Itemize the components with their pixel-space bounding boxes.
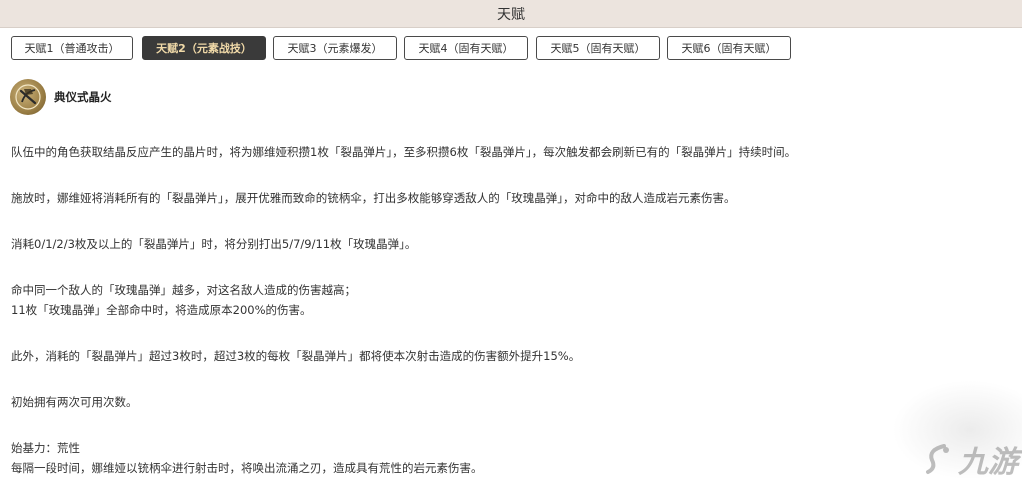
page-header: 天赋 — [0, 0, 1022, 28]
tab-talent-1[interactable]: 天赋1（普通攻击） — [11, 36, 133, 60]
tab-talent-2[interactable]: 天赋2（元素战技） — [142, 36, 266, 60]
description-paragraph: 初始拥有两次可用次数。 — [11, 395, 138, 409]
tab-talent-4[interactable]: 天赋4（固有天赋） — [404, 36, 528, 60]
description-paragraph: 11枚「玫瑰晶弹」全部命中时，将造成原本200%的伤害。 — [11, 303, 312, 317]
skill-name: 典仪式晶火 — [54, 90, 112, 104]
description-paragraph: 此外，消耗的「裂晶弹片」超过3枚时，超过3枚的每枚「裂晶弹片」都将使本次射击造成… — [11, 349, 581, 363]
description-paragraph: 队伍中的角色获取结晶反应产生的晶片时，将为娜维娅积攒1枚「裂晶弹片」，至多积攒6… — [11, 145, 797, 159]
tab-talent-3[interactable]: 天赋3（元素爆发） — [273, 36, 397, 60]
description-paragraph: 始基力：荒性 — [11, 441, 80, 455]
page-title: 天赋 — [497, 6, 525, 23]
description-paragraph: 命中同一个敌人的「玫瑰晶弹」越多，对这名敌人造成的伤害越高； — [11, 283, 356, 297]
watermark-logo-icon — [926, 444, 949, 474]
skill-description: 队伍中的角色获取结晶反应产生的晶片时，将为娜维娅积攒1枚「裂晶弹片」，至多积攒6… — [11, 142, 1011, 478]
description-paragraph: 施放时，娜维娅将消耗所有的「裂晶弹片」，展开优雅而致命的铳柄伞，打出多枚能够穿透… — [11, 191, 736, 205]
description-paragraph: 消耗0/1/2/3枚及以上的「裂晶弹片」时，将分别打出5/7/9/11枚「玫瑰晶… — [11, 237, 417, 251]
watermark: 九游 — [922, 437, 1018, 481]
tab-talent-6[interactable]: 天赋6（固有天赋） — [667, 36, 791, 60]
description-paragraph: 每隔一段时间，娜维娅以铳柄伞进行射击时，将唤出流涌之刃，造成具有荒性的岩元素伤害… — [11, 461, 483, 475]
parasol-skill-icon — [10, 79, 46, 115]
watermark-text: 九游 — [958, 445, 1018, 480]
tab-talent-5[interactable]: 天赋5（固有天赋） — [536, 36, 660, 60]
skill-header: 典仪式晶火 — [10, 78, 112, 116]
